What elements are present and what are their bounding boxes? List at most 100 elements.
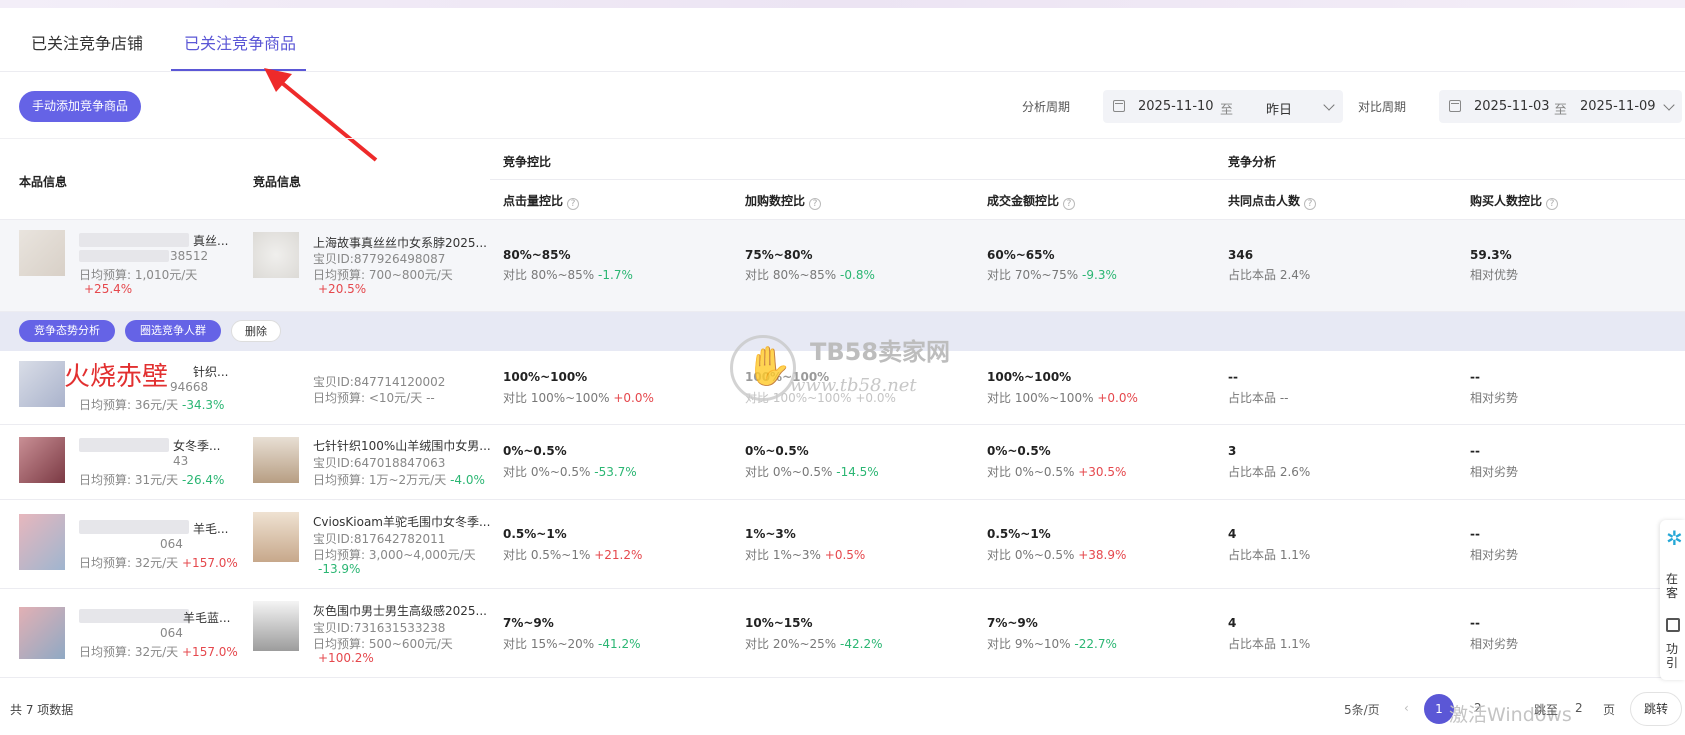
jump-page-input[interactable]: 2 — [1575, 701, 1583, 715]
competitor-id: 宝贝ID:877926498087 — [313, 252, 446, 266]
calendar-icon — [1449, 100, 1461, 112]
cart-ratio-compare: 对比 20%~25% -42.2% — [745, 637, 883, 651]
group-competition-analysis: 竞争分析 — [1228, 155, 1277, 169]
common-clicks-value: -- — [1228, 370, 1238, 384]
prev-page-icon[interactable]: ‹ — [1404, 701, 1409, 715]
competitor-title[interactable]: 七针针织100%山羊绒围巾女男... — [313, 437, 491, 454]
question-icon[interactable]: ? — [809, 198, 822, 210]
gmv-ratio-compare: 对比 9%~10% -22.7% — [987, 637, 1117, 651]
buyer-ratio-status: 相对优势 — [1470, 268, 1519, 282]
group-competition-ratio: 竞争控比 — [503, 155, 552, 169]
competitor-thumbnail — [253, 232, 299, 278]
own-budget-change: +25.4% — [84, 282, 133, 296]
side-item-1[interactable]: 在客 — [1666, 572, 1680, 600]
col-competitor-info: 竞品信息 — [253, 175, 302, 189]
cart-ratio-value: 10%~15% — [745, 616, 813, 630]
compare-period-picker[interactable]: 2025-11-03 至 2025-11-09 — [1439, 90, 1682, 123]
own-product-id: 064 — [160, 626, 183, 640]
top-strip — [0, 0, 1685, 8]
competitor-title[interactable]: 灰色围巾男士男生高级感2025... — [313, 602, 487, 619]
compare-period-label: 对比周期 — [1358, 100, 1407, 114]
own-budget: 日均预算: 32元/天 +157.0% — [79, 645, 238, 659]
side-item-2[interactable]: 功引 — [1666, 642, 1680, 670]
click-ratio-value: 0%~0.5% — [503, 444, 567, 458]
watermark-logo-icon — [730, 335, 796, 401]
competitor-thumbnail — [253, 437, 299, 483]
competitor-budget-change: -13.9% — [318, 562, 361, 576]
analysis-period-picker[interactable]: 2025-11-10 至 昨日 — [1103, 90, 1343, 123]
competitor-thumbnail — [253, 512, 299, 562]
customer-service-icon[interactable]: ✲ — [1666, 526, 1683, 550]
buyer-ratio-status: 相对劣势 — [1470, 391, 1519, 405]
floating-side-panel[interactable]: ✲ 在客 功引 — [1660, 520, 1685, 680]
jump-button[interactable]: 跳转 — [1630, 692, 1682, 726]
analysis-start-date: 2025-11-10 — [1138, 99, 1214, 114]
analysis-end-date: 昨日 — [1266, 103, 1293, 118]
page-size-selector[interactable]: 5条/页 — [1344, 701, 1380, 718]
competitor-budget-change: +20.5% — [318, 282, 367, 296]
competition-analysis-button[interactable]: 竞争态势分析 — [19, 320, 115, 342]
calendar-icon — [1113, 100, 1125, 112]
table-row[interactable]: 羊毛... 064 日均预算: 32元/天 +157.0% CviosKioam… — [0, 500, 1685, 589]
click-ratio-value: 80%~85% — [503, 248, 571, 262]
buyer-ratio-value: -- — [1470, 444, 1480, 458]
common-clicks-share: 占比本品 -- — [1228, 391, 1289, 405]
blurred-title — [79, 520, 189, 534]
own-product-title: 羊毛蓝... — [183, 611, 231, 625]
question-icon[interactable]: ? — [1063, 198, 1076, 210]
add-competitor-product-button[interactable]: 手动添加竞争商品 — [19, 91, 141, 122]
table-row[interactable]: 真丝... 38512 日均预算: 1,010元/天 +25.4% 上海故事真丝… — [0, 220, 1685, 312]
guide-icon[interactable] — [1666, 618, 1680, 632]
own-product-id: 94668 — [170, 380, 209, 394]
cart-ratio-compare: 对比 1%~3% +0.5% — [745, 548, 866, 562]
chevron-down-icon — [1663, 99, 1675, 111]
buyer-ratio-value: -- — [1470, 527, 1480, 541]
cart-ratio-value: 0%~0.5% — [745, 444, 809, 458]
click-ratio-value: 100%~100% — [503, 370, 588, 384]
competitor-id: 宝贝ID:817642782011 — [313, 532, 446, 546]
buyer-ratio-value: -- — [1470, 616, 1480, 630]
competitor-thumbnail — [253, 601, 299, 651]
common-clicks-share: 占比本品 1.1% — [1228, 548, 1311, 562]
analysis-period-label: 分析周期 — [1022, 100, 1071, 114]
col-gmv-ratio: 成交金额控比? — [987, 192, 1076, 210]
competitor-title[interactable]: CviosKioam羊驼毛围巾女冬季... — [313, 513, 490, 530]
gmv-ratio-value: 100%~100% — [987, 370, 1072, 384]
competitor-id: 宝贝ID:847714120002 — [313, 375, 446, 389]
buyer-ratio-status: 相对劣势 — [1470, 548, 1519, 562]
delete-button[interactable]: 删除 — [231, 320, 281, 342]
buyer-ratio-status: 相对劣势 — [1470, 465, 1519, 479]
tab-followed-stores[interactable]: 已关注竞争店铺 — [31, 30, 143, 54]
table-row[interactable]: 女冬季... 43 日均预算: 31元/天 -26.4% 七针针织100%山羊绒… — [0, 425, 1685, 500]
tab-bar: 已关注竞争店铺 已关注竞争商品 — [0, 8, 1685, 72]
question-icon[interactable]: ? — [567, 198, 580, 210]
select-audience-button[interactable]: 圈选竞争人群 — [125, 320, 221, 342]
click-ratio-compare: 对比 100%~100% +0.0% — [503, 391, 654, 405]
competitor-title[interactable]: 上海故事真丝丝巾女系脖2025... — [313, 234, 487, 251]
overlay-annotation-text: 火烧赤壁 — [64, 362, 169, 392]
own-budget: 日均预算: 32元/天 +157.0% — [79, 556, 238, 570]
col-buyer-ratio: 购买人数控比? — [1470, 192, 1559, 210]
own-budget: 日均预算: 1,010元/天 — [79, 268, 198, 282]
chevron-down-icon — [1323, 99, 1335, 111]
header-divider — [490, 179, 1685, 180]
tab-followed-products[interactable]: 已关注竞争商品 — [184, 30, 296, 54]
own-budget: 日均预算: 36元/天 -34.3% — [79, 398, 225, 412]
competitor-budget: 日均预算: 3,000~4,000元/天 — [313, 548, 476, 562]
competitor-budget: 日均预算: <10元/天 -- — [313, 391, 435, 405]
table-row[interactable]: 羊毛蓝... 064 日均预算: 32元/天 +157.0% 灰色围巾男士男生高… — [0, 589, 1685, 678]
blurred-title — [79, 438, 169, 452]
competitor-id: 宝贝ID:731631533238 — [313, 621, 446, 635]
cart-ratio-value: 75%~80% — [745, 248, 813, 262]
question-icon[interactable]: ? — [1546, 198, 1559, 210]
gmv-ratio-compare: 对比 0%~0.5% +30.5% — [987, 465, 1127, 479]
click-ratio-value: 7%~9% — [503, 616, 554, 630]
buyer-ratio-value: 59.3% — [1470, 248, 1512, 262]
competitor-budget: 日均预算: 700~800元/天 — [313, 268, 453, 282]
page-unit-label: 页 — [1603, 703, 1616, 717]
col-click-ratio: 点击量控比? — [503, 192, 580, 210]
common-clicks-share: 占比本品 2.4% — [1228, 268, 1311, 282]
competitor-budget: 日均预算: 1万~2万元/天 -4.0% — [313, 473, 485, 487]
compare-start-date: 2025-11-03 — [1474, 99, 1550, 114]
question-icon[interactable]: ? — [1304, 198, 1317, 210]
